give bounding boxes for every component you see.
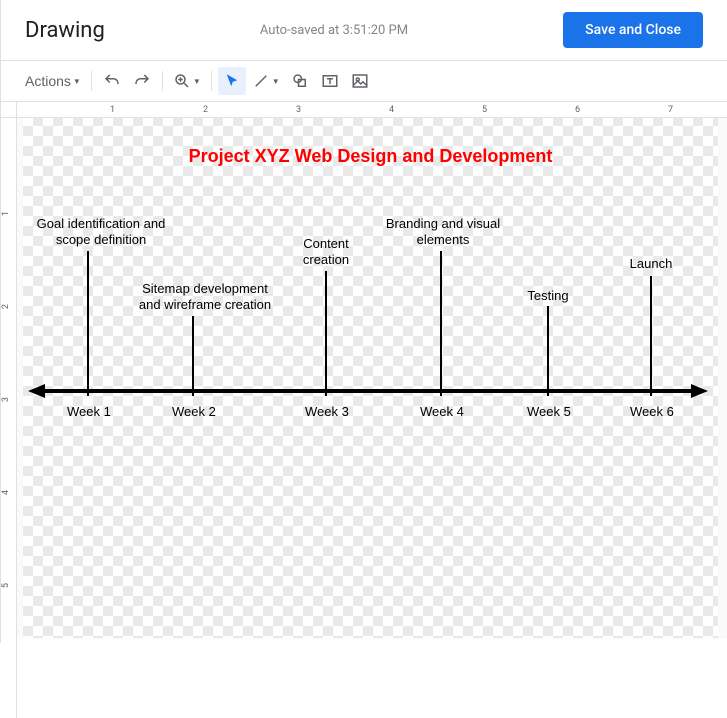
week-label[interactable]: Week 5 — [527, 404, 571, 419]
milestone-label[interactable]: Branding and visual elements — [383, 216, 503, 247]
milestone-label[interactable]: Goal identification and scope definition — [31, 216, 171, 247]
ruler-tick: 5 — [482, 102, 487, 118]
ruler-tick: 2 — [203, 102, 208, 118]
cursor-icon — [223, 72, 241, 90]
chevron-down-icon: ▼ — [193, 77, 201, 86]
ruler-tick: 6 — [575, 102, 580, 118]
actions-menu[interactable]: Actions ▼ — [21, 67, 85, 95]
horizontal-ruler[interactable]: 1 2 3 4 5 6 7 — [17, 102, 727, 118]
ruler-area: 1 2 3 4 5 6 7 1 2 3 4 5 Project XYZ Web … — [1, 102, 727, 639]
vertical-ruler[interactable]: 1 2 3 4 5 — [1, 118, 17, 718]
textbox-tool[interactable] — [316, 67, 344, 95]
milestone-label[interactable]: Sitemap development and wireframe creati… — [135, 281, 275, 312]
ruler-tick: 4 — [389, 102, 394, 118]
week-label[interactable]: Week 2 — [172, 404, 216, 419]
week-label[interactable]: Week 3 — [305, 404, 349, 419]
chevron-down-icon: ▼ — [73, 77, 81, 86]
milestone-label[interactable]: Content creation — [281, 236, 371, 267]
autosave-status: Auto-saved at 3:51:20 PM — [260, 23, 408, 38]
milestone-label[interactable]: Testing — [518, 288, 578, 304]
dialog-title: Drawing — [25, 18, 105, 43]
zoom-button[interactable]: ▼ — [169, 67, 205, 95]
zoom-icon — [173, 72, 191, 90]
toolbar-separator — [91, 71, 92, 91]
ruler-tick: 4 — [1, 490, 17, 495]
drawing-dialog: Drawing Auto-saved at 3:51:20 PM Save an… — [0, 0, 727, 643]
line-icon — [252, 72, 270, 90]
actions-label: Actions — [25, 73, 71, 89]
image-tool[interactable] — [346, 67, 374, 95]
image-icon — [351, 72, 369, 90]
redo-icon — [133, 72, 151, 90]
ruler-tick: 1 — [1, 211, 17, 216]
toolbar: Actions ▼ ▼ ▼ — [1, 61, 727, 101]
week-label[interactable]: Week 1 — [67, 404, 111, 419]
timeline-shape[interactable] — [23, 118, 718, 638]
week-label[interactable]: Week 6 — [630, 404, 674, 419]
ruler-tick: 7 — [668, 102, 673, 118]
drawing-content: Project XYZ Web Design and Development G… — [23, 118, 718, 638]
ruler-tick: 3 — [296, 102, 301, 118]
line-tool[interactable]: ▼ — [248, 67, 284, 95]
dialog-header: Drawing Auto-saved at 3:51:20 PM Save an… — [1, 0, 727, 60]
milestone-label[interactable]: Launch — [621, 256, 681, 272]
ruler-tick: 2 — [1, 304, 17, 309]
shape-tool[interactable] — [286, 67, 314, 95]
shape-icon — [291, 72, 309, 90]
undo-button[interactable] — [98, 67, 126, 95]
canvas[interactable]: Project XYZ Web Design and Development G… — [17, 118, 727, 639]
ruler-tick: 3 — [1, 397, 17, 402]
ruler-tick: 5 — [1, 583, 17, 588]
undo-icon — [103, 72, 121, 90]
week-label[interactable]: Week 4 — [420, 404, 464, 419]
select-tool[interactable] — [218, 67, 246, 95]
redo-button[interactable] — [128, 67, 156, 95]
save-and-close-button[interactable]: Save and Close — [563, 12, 703, 48]
chevron-down-icon: ▼ — [272, 77, 280, 86]
textbox-icon — [321, 72, 339, 90]
toolbar-separator — [211, 71, 212, 91]
ruler-corner — [1, 102, 17, 118]
ruler-tick: 1 — [110, 102, 115, 118]
toolbar-separator — [162, 71, 163, 91]
